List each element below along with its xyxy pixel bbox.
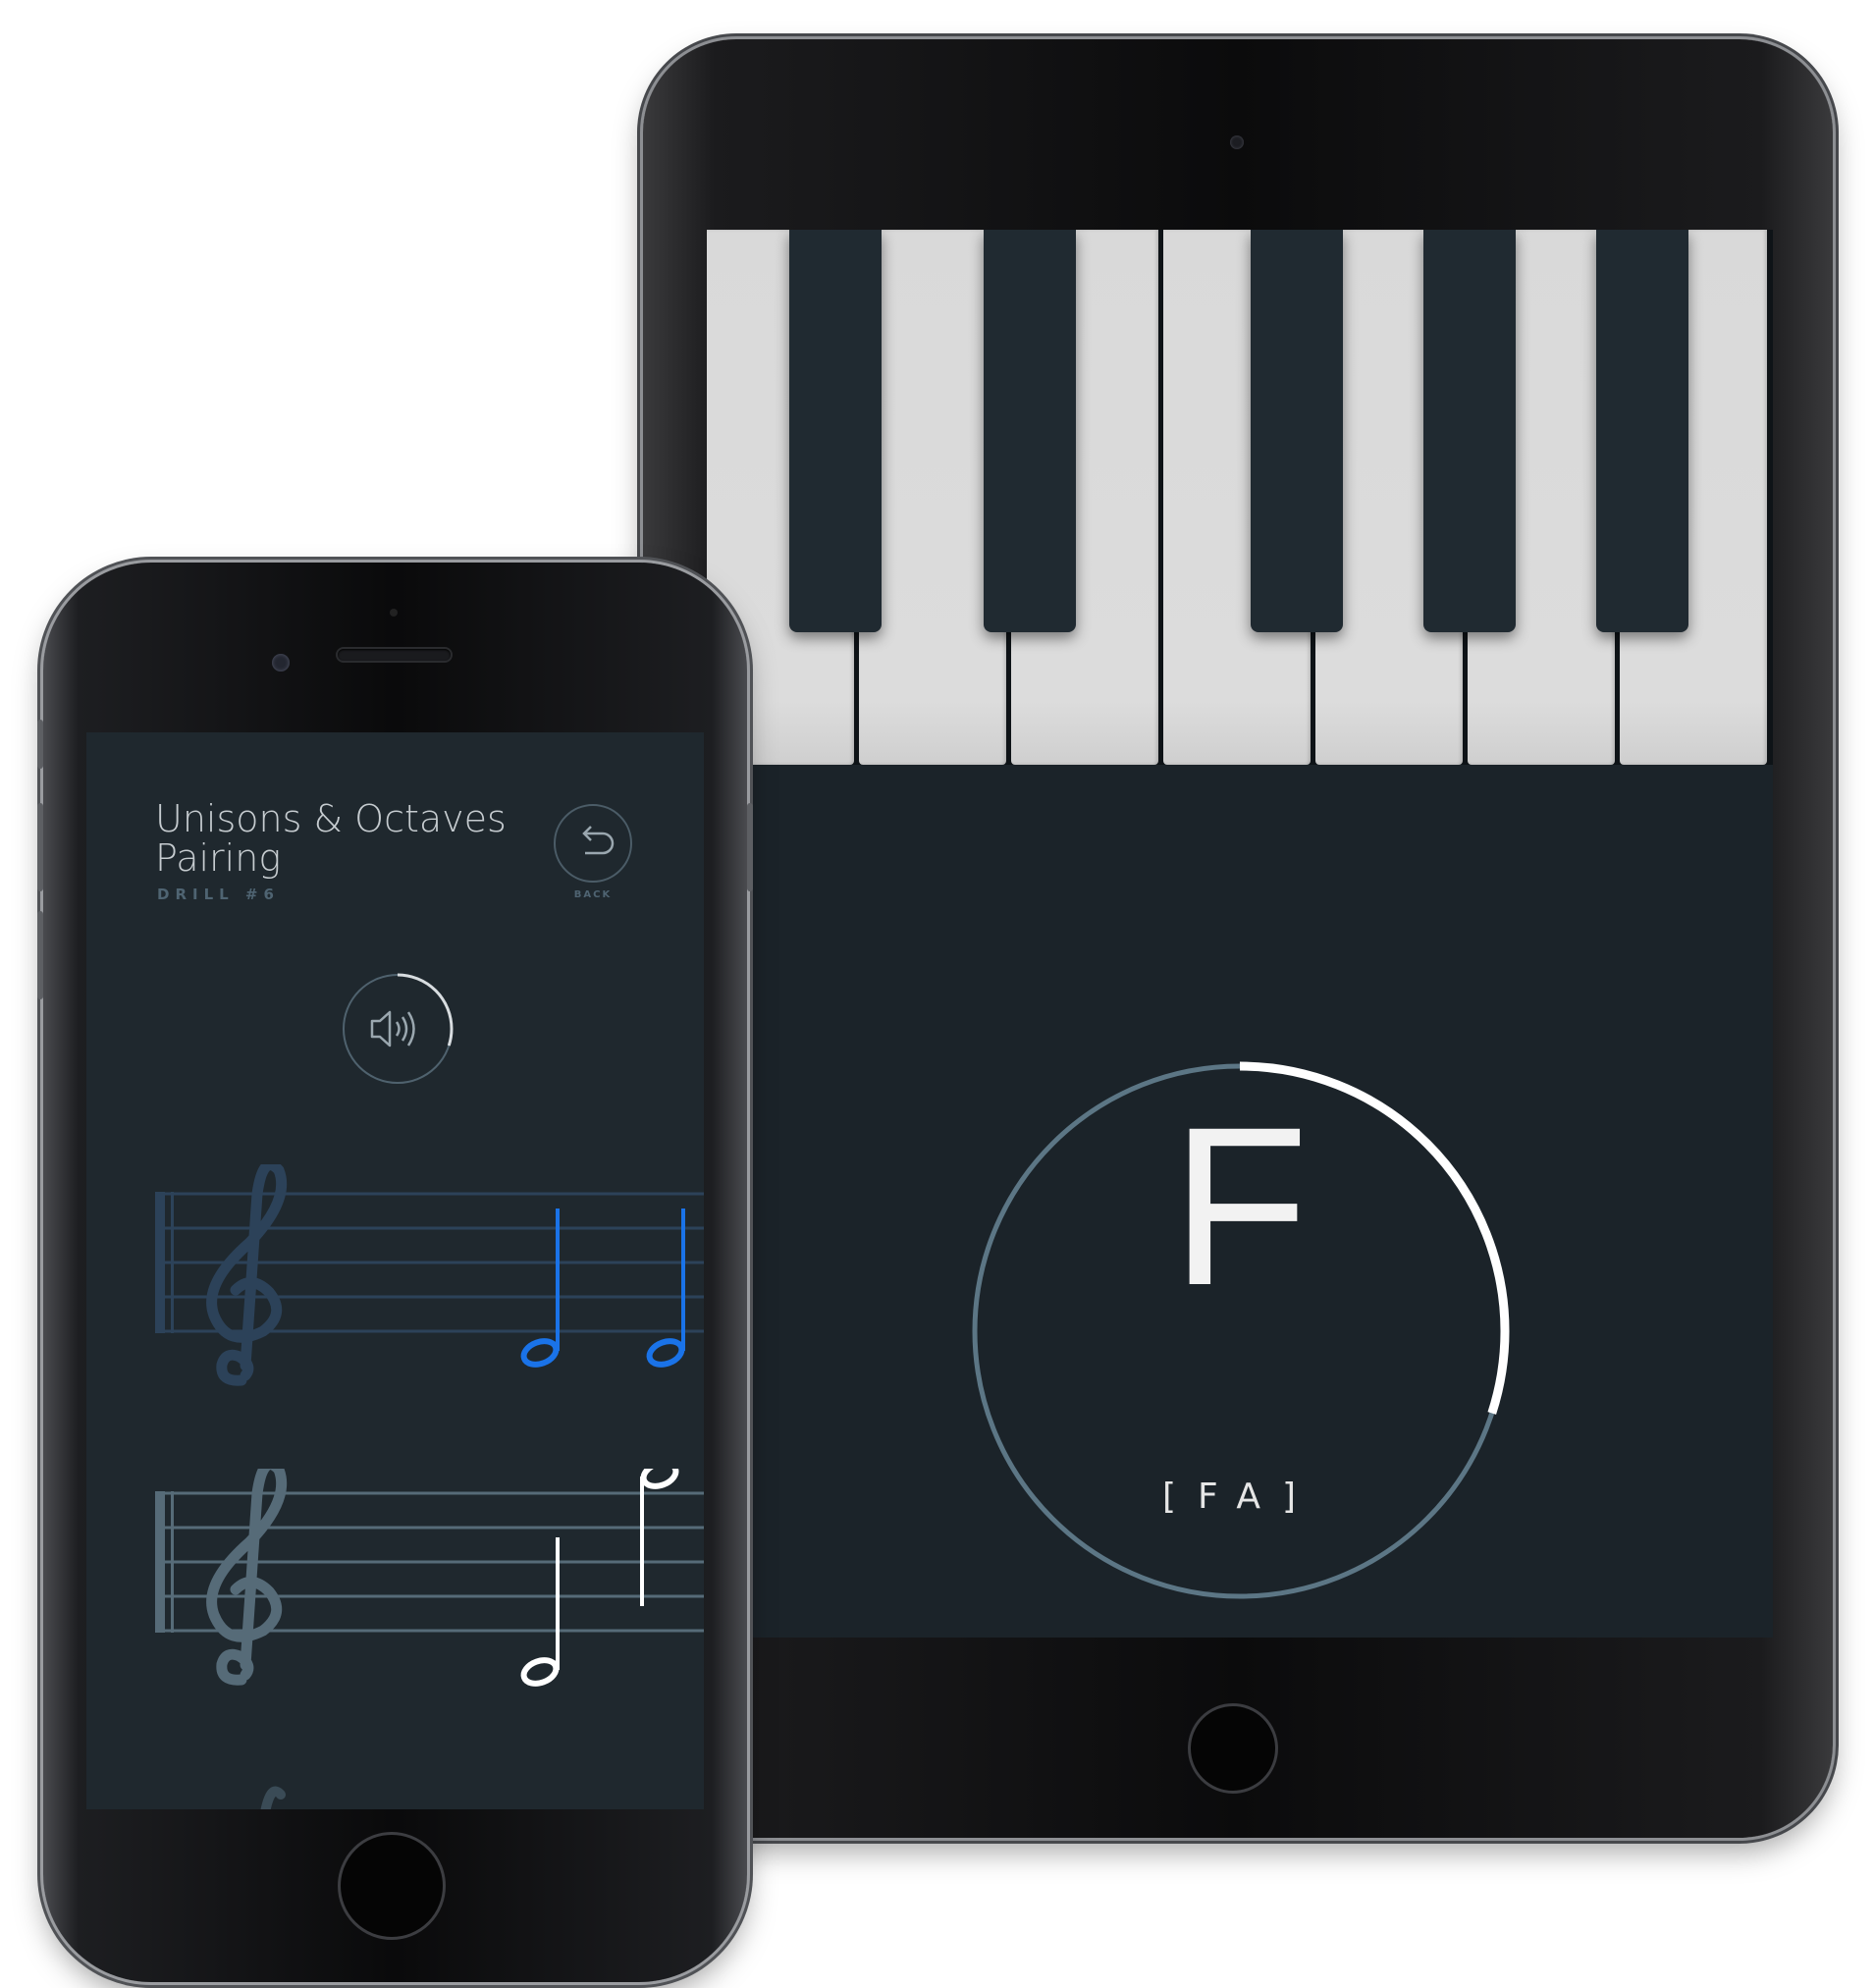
piano-black-key[interactable] — [1596, 230, 1688, 632]
piano-black-key[interactable] — [984, 230, 1076, 632]
treble-clef-icon — [206, 1469, 288, 1686]
piano-black-key[interactable] — [1251, 230, 1343, 632]
front-camera — [272, 654, 290, 672]
undo-arrow-icon — [582, 826, 615, 855]
front-camera — [1230, 135, 1244, 149]
quarter-note — [520, 1209, 560, 1368]
volume-down-button — [37, 911, 43, 999]
barline — [155, 1491, 165, 1633]
mute-switch — [37, 720, 43, 769]
power-button — [747, 803, 753, 891]
tablet-device: F [FA] — [643, 39, 1833, 1838]
home-button[interactable] — [1188, 1703, 1278, 1794]
treble-clef-icon — [206, 1164, 288, 1386]
play-sound-button[interactable] — [337, 968, 458, 1090]
music-staff — [260, 1786, 286, 1809]
speaker-icon — [370, 1010, 415, 1048]
volume-up-button — [37, 803, 43, 891]
back-button[interactable] — [554, 804, 632, 883]
music-staff — [155, 1164, 704, 1386]
half-note — [520, 1537, 560, 1687]
drill-title-line-1: Unisons & Octaves — [155, 797, 507, 840]
back-label: BACK — [573, 889, 613, 900]
barline — [155, 1192, 165, 1333]
phone-device: Unisons & Octaves Pairing DRILL #6 BACK — [37, 563, 753, 1982]
music-staff — [155, 1469, 704, 1687]
earpiece-speaker — [338, 649, 451, 661]
drill-number: DRILL #6 — [157, 886, 280, 903]
solfege-label: [FA] — [1161, 1477, 1318, 1517]
note-letter: F — [1170, 1080, 1310, 1332]
piano-black-key[interactable] — [789, 230, 882, 632]
piano-black-key[interactable] — [1423, 230, 1516, 632]
home-button[interactable] — [338, 1832, 446, 1940]
drill-title-line-2: Pairing — [155, 836, 282, 880]
proximity-sensor — [390, 609, 398, 617]
treble-clef-icon — [260, 1786, 286, 1809]
quarter-note — [646, 1209, 685, 1368]
drill-title: Unisons & Octaves Pairing — [155, 799, 528, 878]
half-note — [640, 1469, 679, 1606]
tablet-screen: F [FA] — [707, 230, 1773, 1638]
phone-screen: Unisons & Octaves Pairing DRILL #6 BACK — [86, 732, 704, 1809]
piano-keyboard — [707, 230, 1773, 765]
